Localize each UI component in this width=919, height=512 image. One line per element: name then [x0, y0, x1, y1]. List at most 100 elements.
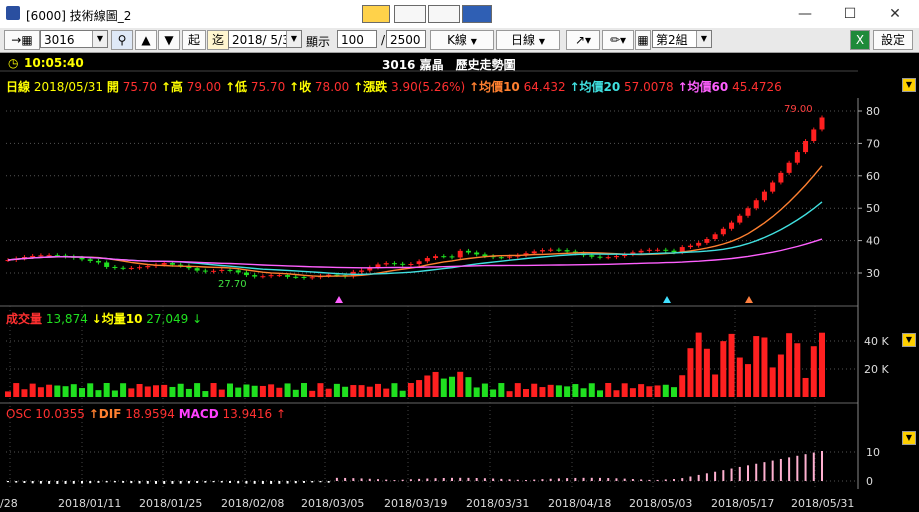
window-icon[interactable]	[428, 5, 460, 23]
volume-bar	[37, 387, 44, 397]
candle	[112, 266, 118, 268]
link-icon[interactable]	[394, 5, 426, 23]
volume-bar	[366, 386, 373, 397]
volume-bar	[662, 384, 669, 397]
arrow-down-button[interactable]: ▼	[158, 30, 180, 50]
volume-bar	[671, 387, 677, 397]
search-icon[interactable]: ⚲	[111, 30, 133, 50]
macd-tick-label: 0	[866, 475, 873, 488]
signal-marker	[335, 296, 343, 303]
candle	[655, 249, 661, 251]
candle	[465, 250, 471, 253]
volume-bar	[514, 383, 521, 397]
volume-bar	[144, 386, 151, 397]
date-tick-label: 2018/05/17	[711, 497, 774, 510]
title-bar: [6000] 技術線圖_2 — ☐ ✕	[0, 0, 919, 29]
date-tick-label: 2018/01/11	[58, 497, 121, 510]
volume-bar	[539, 387, 546, 397]
chevron-down-icon[interactable]: ▼	[92, 31, 107, 47]
settings-button[interactable]: 設定	[873, 30, 913, 50]
candle	[605, 257, 611, 259]
candle	[564, 250, 570, 252]
maximize-icon[interactable]: ☐	[835, 4, 865, 24]
volume-bar	[728, 333, 735, 397]
volume-bar	[161, 384, 168, 397]
volume-panel-toggle-icon[interactable]: ▼	[902, 333, 916, 347]
volume-bar	[720, 341, 727, 397]
volume-bar	[227, 383, 233, 397]
stock-list-icon[interactable]: →▦	[4, 30, 40, 50]
volume-bar	[654, 385, 661, 397]
help-icon[interactable]	[462, 5, 492, 23]
candle	[646, 249, 652, 251]
candle	[770, 182, 776, 192]
volume-bar	[687, 348, 694, 397]
excel-icon[interactable]: X	[850, 30, 870, 50]
volume-bar	[761, 337, 768, 397]
arrow-up-button[interactable]: ▲	[135, 30, 157, 50]
volume-bar	[391, 383, 398, 397]
candle	[30, 255, 36, 258]
period-label: 日線	[511, 33, 536, 47]
volume-bar	[597, 390, 603, 397]
price-candles	[5, 115, 825, 280]
volume-bar	[375, 383, 381, 397]
candle	[449, 256, 455, 258]
candle	[778, 172, 784, 183]
volume-bar	[153, 385, 159, 397]
volume-bar	[605, 383, 612, 397]
volume-bar	[301, 383, 307, 397]
volume-bar	[268, 384, 275, 397]
chevron-down-icon[interactable]: ▼	[286, 31, 301, 47]
grid-icon[interactable]: ▦	[635, 30, 651, 50]
chevron-down-icon: ▼	[470, 37, 477, 46]
layout-icon[interactable]	[362, 5, 390, 23]
app-icon	[6, 6, 20, 20]
technical-chart: 80 70 60 50 40 30 40 K 20 K 10 0 12/28 2018/01/11 20…	[0, 70, 889, 510]
macd-panel-toggle-icon[interactable]: ▼	[902, 431, 916, 445]
candle	[696, 242, 702, 246]
date-tick-label: 2018/01/25	[139, 497, 202, 510]
volume-bar	[87, 383, 94, 397]
group-value: 第2組	[656, 33, 688, 47]
minimize-icon[interactable]: —	[790, 4, 820, 24]
start-button[interactable]: 起	[182, 30, 206, 50]
close-icon[interactable]: ✕	[880, 4, 910, 24]
candle	[46, 255, 52, 257]
period-button[interactable]: 日線 ▼	[496, 30, 560, 50]
price-panel-toggle-icon[interactable]: ▼	[902, 78, 916, 92]
candle	[712, 234, 718, 240]
date-input[interactable]: 2018/ 5/31 ▼	[228, 30, 302, 48]
candle	[704, 239, 710, 243]
volume-bar	[342, 386, 349, 397]
volume-bar	[317, 383, 324, 397]
candle	[293, 276, 299, 278]
stock-code-input[interactable]: 3016 ▼	[40, 30, 108, 48]
volume-bar	[194, 383, 201, 397]
volume-bar	[695, 332, 702, 397]
volume-bar	[547, 384, 554, 397]
kline-button[interactable]: K線 ▼	[430, 30, 494, 50]
volume-bar	[128, 388, 135, 397]
volume-bar	[473, 387, 480, 397]
chevron-down-icon[interactable]: ▼	[696, 31, 711, 47]
candle	[803, 141, 809, 153]
stop-button[interactable]: 迄	[207, 30, 229, 50]
display-count-input[interactable]: 100	[337, 30, 377, 48]
volume-bar	[399, 390, 406, 397]
group-select[interactable]: 第2組 ▼	[652, 30, 712, 48]
candle	[687, 245, 693, 248]
volume-bar	[276, 387, 283, 397]
candle	[556, 249, 562, 251]
volume-bar	[712, 374, 719, 397]
signal-marker	[745, 296, 753, 303]
volume-bars	[5, 332, 825, 397]
candle	[120, 267, 126, 269]
draw-line-icon[interactable]: ↗▾	[566, 30, 600, 50]
volume-bar	[416, 380, 423, 397]
candle	[260, 276, 266, 278]
date-tick-label: 2018/05/03	[629, 497, 692, 510]
total-count-input[interactable]: 2500	[386, 30, 426, 48]
eraser-icon[interactable]: ✏▾	[602, 30, 634, 50]
candle	[589, 255, 595, 257]
